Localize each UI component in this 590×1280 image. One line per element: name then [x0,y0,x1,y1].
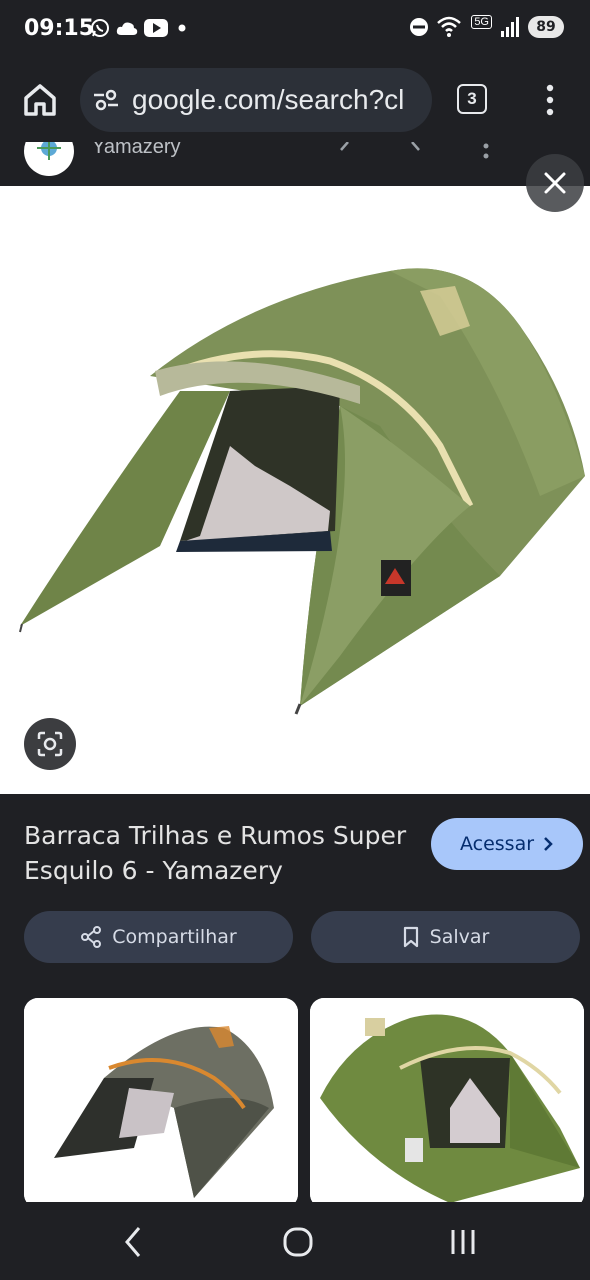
site-settings-icon[interactable] [92,88,120,112]
bookmark-icon [403,926,418,948]
previous-chevron-icon[interactable] [333,142,357,166]
related-image-card[interactable] [24,998,298,1208]
source-logo-icon [37,142,61,160]
save-button[interactable]: Salvar [311,911,580,963]
next-chevron-icon[interactable] [404,142,428,166]
source-header: Yamazery [0,142,590,186]
home-circle-icon [283,1227,313,1257]
back-chevron-icon [125,1227,141,1257]
close-button[interactable] [526,154,584,212]
home-button[interactable] [20,80,60,120]
home-icon [24,84,56,116]
chevron-right-icon [544,837,553,851]
back-button[interactable] [113,1222,153,1262]
status-right-icons: 5G 89 [409,15,564,38]
close-icon [544,172,566,194]
tent-image [0,186,590,794]
home-nav-button[interactable] [278,1222,318,1262]
browser-toolbar: google.com/search?cl 3 [0,60,590,142]
related-tent-image [24,998,298,1208]
status-left-icons [90,18,190,38]
wifi-icon [437,16,462,37]
share-label: Compartilhar [112,926,237,948]
dot-icon [178,24,186,32]
tab-switcher-button[interactable]: 3 [457,84,487,114]
save-label: Salvar [429,926,490,948]
battery-indicator: 89 [528,16,564,38]
whatsapp-icon [91,19,109,37]
status-time: 09:15 [24,16,95,41]
5g-icon: 5G [471,15,492,29]
share-icon [81,926,102,948]
lens-icon [37,731,63,757]
lens-search-button[interactable] [24,718,76,770]
share-button[interactable]: Compartilhar [24,911,293,963]
result-info-panel: Barraca Trilhas e Rumos Super Esquilo 6 … [0,794,590,1208]
image-viewer[interactable] [0,186,590,794]
recents-icon [451,1230,475,1254]
signal-icon [501,17,519,37]
status-bar: 09:15 5G 89 [0,0,590,60]
source-menu-icon[interactable] [474,142,498,166]
related-tent-image [310,998,584,1208]
source-avatar[interactable] [24,142,74,176]
do-not-disturb-icon [410,18,429,36]
result-title[interactable]: Barraca Trilhas e Rumos Super Esquilo 6 … [24,818,414,888]
visit-button[interactable]: Acessar [431,818,583,870]
source-name[interactable]: Yamazery [92,142,181,159]
address-bar[interactable]: google.com/search?cl [80,68,432,132]
system-nav-bar [0,1202,590,1280]
visit-label: Acessar [459,833,535,855]
url-text: google.com/search?cl [132,84,405,115]
browser-menu-button[interactable] [540,82,560,118]
youtube-icon [144,19,168,37]
recents-button[interactable] [443,1222,483,1262]
related-image-card[interactable] [310,998,584,1208]
cloud-icon [116,22,138,35]
more-vertical-icon [546,84,554,116]
